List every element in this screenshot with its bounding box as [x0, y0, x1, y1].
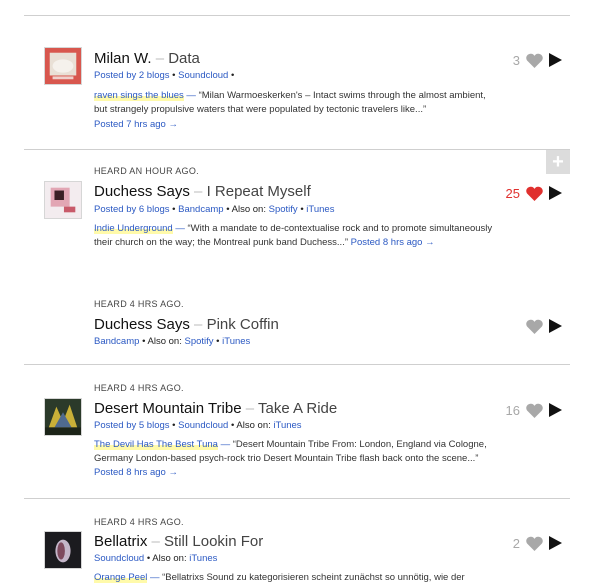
posted-ago-link[interactable]: Posted 8 hrs ago → [351, 237, 435, 248]
also-on-link-itunes[interactable]: iTunes [222, 336, 250, 347]
heart-icon[interactable] [526, 536, 543, 551]
artist-link[interactable]: Duchess Says [94, 183, 190, 200]
heart-icon[interactable] [526, 319, 543, 334]
source-link-bandcamp[interactable]: Bandcamp [178, 204, 223, 215]
blog-excerpt: The Devil Has The Best Tuna — “Desert Mo… [94, 438, 494, 480]
blog-mark: — [186, 90, 199, 101]
source-link-soundcloud[interactable]: Soundcloud [178, 70, 228, 81]
track-actions: 3 [513, 51, 562, 69]
blog-excerpt: Orange Peel — “Bellatrixs Sound zu kateg… [94, 571, 514, 585]
love-count: 2 [512, 535, 520, 551]
track-title: Duchess Says – Pink Coffin [94, 316, 279, 333]
heard-time: HEARD AN HOUR AGO. [94, 166, 199, 176]
excerpt-text: “Bellatrixs Sound zu kategorisieren sche… [162, 572, 465, 583]
track-title: Bellatrix – Still Lookin For [94, 533, 263, 550]
song-link[interactable]: I Repeat Myself [207, 183, 311, 200]
track-actions: 25 [506, 184, 562, 202]
heard-time: HEARD 4 HRS AGO. [94, 299, 184, 309]
song-link[interactable]: Pink Coffin [207, 316, 279, 333]
blog-mark: — [220, 439, 233, 450]
love-count: 16 [505, 402, 520, 418]
play-icon[interactable] [549, 53, 562, 67]
track-meta: Bandcamp • Also on: Spotify • iTunes [94, 336, 250, 347]
title-separator: – [194, 183, 207, 200]
heard-time: HEARD 4 HRS AGO. [94, 517, 184, 527]
track-actions [526, 317, 562, 335]
title-separator: – [194, 316, 207, 333]
love-count: 3 [512, 52, 520, 68]
play-icon[interactable] [549, 403, 562, 417]
album-art[interactable] [44, 181, 82, 219]
track-meta: Posted by 2 blogs • Soundcloud • [94, 70, 234, 81]
blog-mark: — [149, 572, 163, 583]
title-separator: – [245, 400, 258, 417]
track-item: HEARD 4 HRS AGO. Desert Mountain Tribe –… [24, 377, 570, 487]
also-on-label: Also on: [152, 553, 190, 564]
also-on-label: Also on: [231, 204, 269, 215]
also-on-label: Also on: [147, 336, 185, 347]
play-icon[interactable] [549, 319, 562, 333]
posted-ago: Posted 7 hrs ago → [94, 119, 178, 130]
artist-link[interactable]: Bellatrix [94, 533, 147, 550]
divider [24, 149, 570, 150]
love-count: 25 [505, 185, 520, 201]
blog-link[interactable]: The Devil Has The Best Tuna [94, 439, 218, 450]
track-meta: Posted by 5 blogs • Soundcloud • Also on… [94, 420, 302, 431]
song-link[interactable]: Still Lookin For [164, 533, 263, 550]
blog-excerpt: raven sings the blues — “Milan Warmoeske… [94, 89, 494, 117]
heart-icon[interactable] [526, 186, 543, 201]
source-link-bandcamp[interactable]: Bandcamp [94, 336, 139, 347]
artist-link[interactable]: Duchess Says [94, 316, 190, 333]
also-on-link-spotify[interactable]: Spotify [184, 336, 213, 347]
heart-icon[interactable] [526, 403, 543, 418]
play-icon[interactable] [549, 536, 562, 550]
source-link-soundcloud[interactable]: Soundcloud [94, 553, 144, 564]
track-title: Milan W. – Data [94, 50, 200, 67]
blog-mark: — [175, 223, 188, 234]
artist-link[interactable]: Milan W. [94, 50, 152, 67]
track-item: HEARD AN HOUR AGO. Duchess Says – I Repe… [24, 160, 570, 270]
album-art[interactable] [44, 47, 82, 85]
track-meta: Soundcloud • Also on: iTunes [94, 553, 217, 564]
track-meta: Posted by 6 blogs • Bandcamp • Also on: … [94, 204, 334, 215]
posted-by-link[interactable]: Posted by 2 blogs [94, 70, 170, 81]
divider [24, 364, 570, 365]
title-separator: – [151, 533, 165, 550]
also-on-link-spotify[interactable]: Spotify [269, 204, 298, 215]
title-separator: – [155, 50, 169, 67]
track-item: HEARD 4 HRS AGO. Duchess Says – Pink Cof… [24, 293, 570, 353]
heard-time: HEARD 4 HRS AGO. [94, 383, 184, 393]
track-title: Desert Mountain Tribe – Take A Ride [94, 400, 337, 417]
also-on-link-itunes[interactable]: iTunes [189, 553, 217, 564]
song-link[interactable]: Data [168, 50, 200, 67]
track-actions: 16 [506, 401, 562, 419]
track-item: HEARD 4 HRS AGO. Bellatrix – Still Looki… [24, 511, 570, 586]
also-on-link-itunes[interactable]: iTunes [273, 420, 301, 431]
blog-link[interactable]: Orange Peel [94, 572, 148, 583]
album-art[interactable] [44, 398, 82, 436]
track-actions: 2 [513, 534, 562, 552]
play-icon[interactable] [549, 186, 562, 200]
artist-link[interactable]: Desert Mountain Tribe [94, 400, 242, 417]
also-on-label: Also on: [236, 420, 274, 431]
divider [24, 15, 570, 16]
posted-by-link[interactable]: Posted by 5 blogs [94, 420, 170, 431]
heart-icon[interactable] [526, 53, 543, 68]
track-title: Duchess Says – I Repeat Myself [94, 183, 311, 200]
divider [24, 498, 570, 499]
posted-ago-link[interactable]: Posted 7 hrs ago → [94, 119, 178, 130]
song-link[interactable]: Take A Ride [258, 400, 337, 417]
posted-by-link[interactable]: Posted by 6 blogs [94, 204, 170, 215]
track-item: Milan W. – Data Posted by 2 blogs • Soun… [24, 40, 570, 140]
blog-link[interactable]: Indie Underground [94, 223, 173, 234]
also-on-link-itunes[interactable]: iTunes [306, 204, 334, 215]
meta-separator: • [230, 70, 235, 81]
album-art[interactable] [44, 531, 82, 569]
source-link-soundcloud[interactable]: Soundcloud [178, 420, 228, 431]
posted-ago-link[interactable]: Posted 8 hrs ago → [94, 467, 178, 478]
blog-excerpt: Indie Underground — “With a mandate to d… [94, 222, 494, 250]
blog-link[interactable]: raven sings the blues [94, 90, 184, 101]
